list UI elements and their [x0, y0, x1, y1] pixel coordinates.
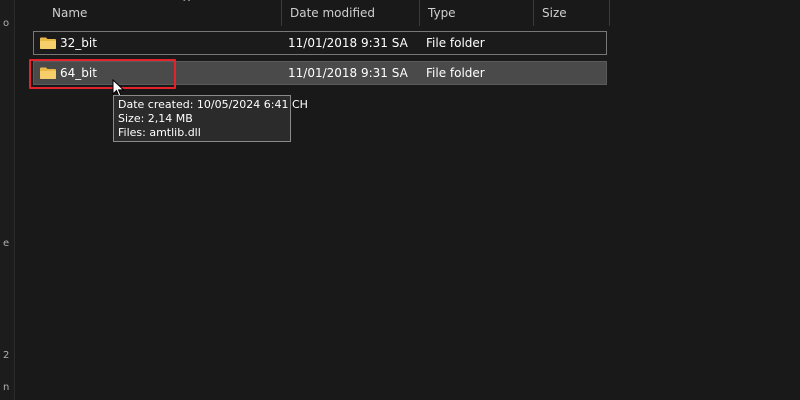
folder-icon — [40, 67, 56, 79]
tooltip-date-created: Date created: 10/05/2024 6:41 CH — [118, 98, 308, 111]
file-name: 32_bit — [60, 36, 97, 50]
file-type: File folder — [426, 66, 485, 80]
navigation-pane-edge[interactable]: o e 2 n — [0, 0, 15, 400]
file-date-modified: 11/01/2018 9:31 SA — [288, 66, 408, 80]
file-name: 64_bit — [60, 66, 97, 80]
column-header-bar: Name ^ Date modified Type Size — [22, 0, 612, 28]
sort-up-icon: ^ — [182, 0, 192, 9]
nav-glyph: e — [3, 238, 10, 249]
column-header-name-label: Name — [52, 6, 88, 20]
column-header-name[interactable]: Name ^ — [44, 0, 282, 26]
nav-glyph: 2 — [3, 350, 10, 361]
folder-info-tooltip: Date created: 10/05/2024 6:41 CH Size: 2… — [113, 95, 308, 142]
file-list-pane: Name ^ Date modified Type Size 32_bit 11… — [22, 0, 800, 400]
column-header-date-label: Date modified — [290, 6, 376, 20]
column-header-type[interactable]: Type — [420, 0, 534, 26]
nav-glyph: o — [3, 18, 10, 29]
file-type: File folder — [426, 36, 485, 50]
folder-icon — [40, 37, 56, 49]
file-date-modified: 11/01/2018 9:31 SA — [288, 36, 408, 50]
nav-glyph: n — [3, 382, 10, 393]
column-header-date-modified[interactable]: Date modified — [282, 0, 420, 26]
tooltip-size: Size: 2,14 MB — [118, 112, 193, 125]
column-header-size[interactable]: Size — [534, 0, 610, 26]
column-header-size-label: Size — [542, 6, 567, 20]
file-row-32-bit[interactable]: 32_bit 11/01/2018 9:31 SA File folder — [33, 31, 607, 55]
column-header-type-label: Type — [428, 6, 456, 20]
tooltip-files: Files: amtlib.dll — [118, 126, 201, 139]
